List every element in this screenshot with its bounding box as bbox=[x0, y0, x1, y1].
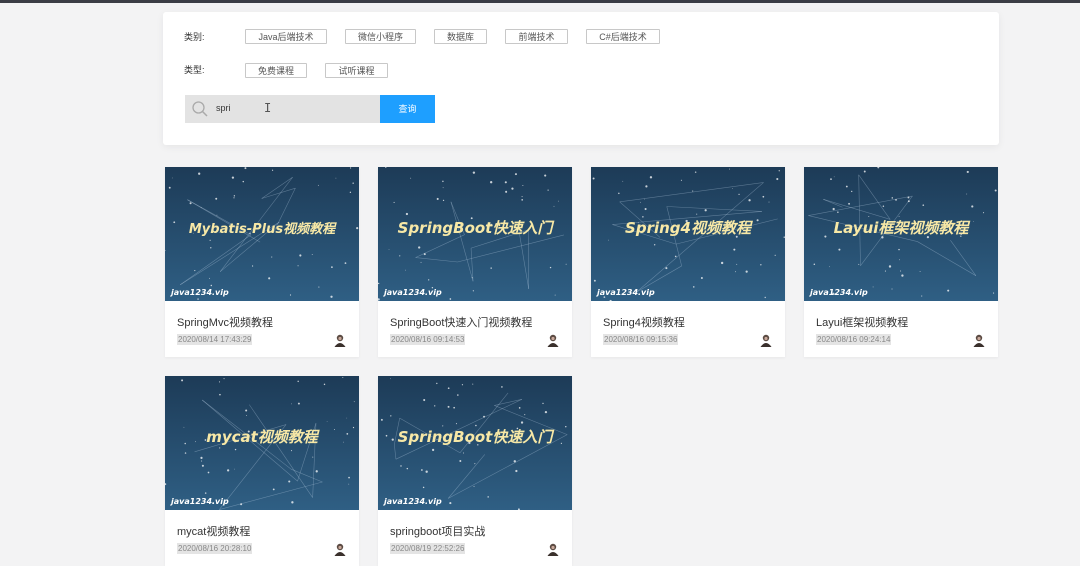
author-avatar-icon bbox=[972, 333, 986, 347]
type-tag-trial[interactable]: 试听课程 bbox=[325, 63, 388, 78]
search-input[interactable]: spri I bbox=[185, 95, 380, 123]
author-avatar-icon bbox=[333, 542, 347, 556]
course-title[interactable]: mycat视频教程 bbox=[177, 523, 250, 539]
author-avatar-icon bbox=[546, 333, 560, 347]
thumbnail-banner-text: Spring4视频教程 bbox=[625, 219, 753, 237]
course-card[interactable]: mycat视频教程 java1234.vip mycat视频教程 2020/08/16… bbox=[165, 376, 359, 566]
search-input-value: spri bbox=[216, 103, 231, 113]
course-title[interactable]: Layui框架视频教程 bbox=[816, 314, 908, 330]
thumbnail-watermark: java1234.vip bbox=[382, 497, 442, 506]
thumbnail-banner-text: mycat视频教程 bbox=[206, 428, 320, 446]
course-date: 2020/08/16 09:24:14 bbox=[816, 334, 891, 345]
course-title[interactable]: springboot项目实战 bbox=[390, 523, 485, 539]
course-thumbnail[interactable]: mycat视频教程 java1234.vip bbox=[165, 376, 359, 510]
course-title[interactable]: SpringMvc视频教程 bbox=[177, 314, 273, 330]
type-label: 类型: bbox=[184, 63, 205, 76]
course-card[interactable]: Mybatis-Plus视频教程 java1234.vip SpringMvc视频教… bbox=[165, 167, 359, 357]
thumbnail-watermark: java1234.vip bbox=[808, 288, 868, 297]
course-title[interactable]: Spring4视频教程 bbox=[603, 314, 685, 330]
course-thumbnail[interactable]: Mybatis-Plus视频教程 java1234.vip bbox=[165, 167, 359, 301]
search-button[interactable]: 查询 bbox=[380, 95, 435, 123]
course-thumbnail[interactable]: SpringBoot快速入门 java1234.vip bbox=[378, 167, 572, 301]
search-icon bbox=[191, 100, 209, 118]
course-date: 2020/08/16 09:15:36 bbox=[603, 334, 678, 345]
course-title[interactable]: SpringBoot快速入门视频教程 bbox=[390, 314, 532, 330]
course-thumbnail[interactable]: Layui框架视频教程 java1234.vip bbox=[804, 167, 998, 301]
course-date: 2020/08/14 17:43:29 bbox=[177, 334, 252, 345]
thumbnail-banner-text: SpringBoot快速入门 bbox=[398, 219, 556, 237]
course-thumbnail[interactable]: Spring4视频教程 java1234.vip bbox=[591, 167, 785, 301]
course-card[interactable]: Layui框架视频教程 java1234.vip Layui框架视频教程 2020/0… bbox=[804, 167, 998, 357]
author-avatar-icon bbox=[759, 333, 773, 347]
category-label: 类别: bbox=[184, 30, 205, 43]
type-tag-free[interactable]: 免费课程 bbox=[245, 63, 307, 78]
course-card[interactable]: SpringBoot快速入门 java1234.vip springboot项目实战… bbox=[378, 376, 572, 566]
category-tag-frontend[interactable]: 前端技术 bbox=[505, 29, 568, 44]
thumbnail-watermark: java1234.vip bbox=[382, 288, 442, 297]
course-date: 2020/08/16 09:14:53 bbox=[390, 334, 465, 345]
course-date: 2020/08/19 22:52:26 bbox=[390, 543, 465, 554]
course-thumbnail[interactable]: SpringBoot快速入门 java1234.vip bbox=[378, 376, 572, 510]
course-card[interactable]: SpringBoot快速入门java1234.vipSpringBoot快速入门… bbox=[378, 167, 572, 357]
thumbnail-watermark: java1234.vip bbox=[169, 288, 229, 297]
category-tag-miniprogram[interactable]: 微信小程序 bbox=[345, 29, 416, 44]
thumbnail-banner-text: SpringBoot快速入门 bbox=[398, 428, 556, 446]
top-bar bbox=[0, 0, 1080, 3]
thumbnail-banner-text: Layui框架视频教程 bbox=[834, 219, 971, 237]
author-avatar-icon bbox=[333, 333, 347, 347]
category-tag-java[interactable]: Java后端技术 bbox=[245, 29, 327, 44]
author-avatar-icon bbox=[546, 542, 560, 556]
thumbnail-watermark: java1234.vip bbox=[595, 288, 655, 297]
category-tag-csharp[interactable]: C#后端技术 bbox=[586, 29, 660, 44]
course-date: 2020/08/16 20:28:10 bbox=[177, 543, 252, 554]
text-cursor-icon: I bbox=[264, 101, 271, 115]
category-tag-database[interactable]: 数据库 bbox=[434, 29, 487, 44]
thumbnail-banner-text: Mybatis-Plus视频教程 bbox=[189, 221, 337, 237]
filter-panel: 类别: Java后端技术 微信小程序 数据库 前端技术 C#后端技术 类型: 免… bbox=[163, 12, 999, 145]
thumbnail-watermark: java1234.vip bbox=[169, 497, 229, 506]
course-card[interactable]: Spring4视频教程 java1234.vip Spring4视频教程 2020/0… bbox=[591, 167, 785, 357]
